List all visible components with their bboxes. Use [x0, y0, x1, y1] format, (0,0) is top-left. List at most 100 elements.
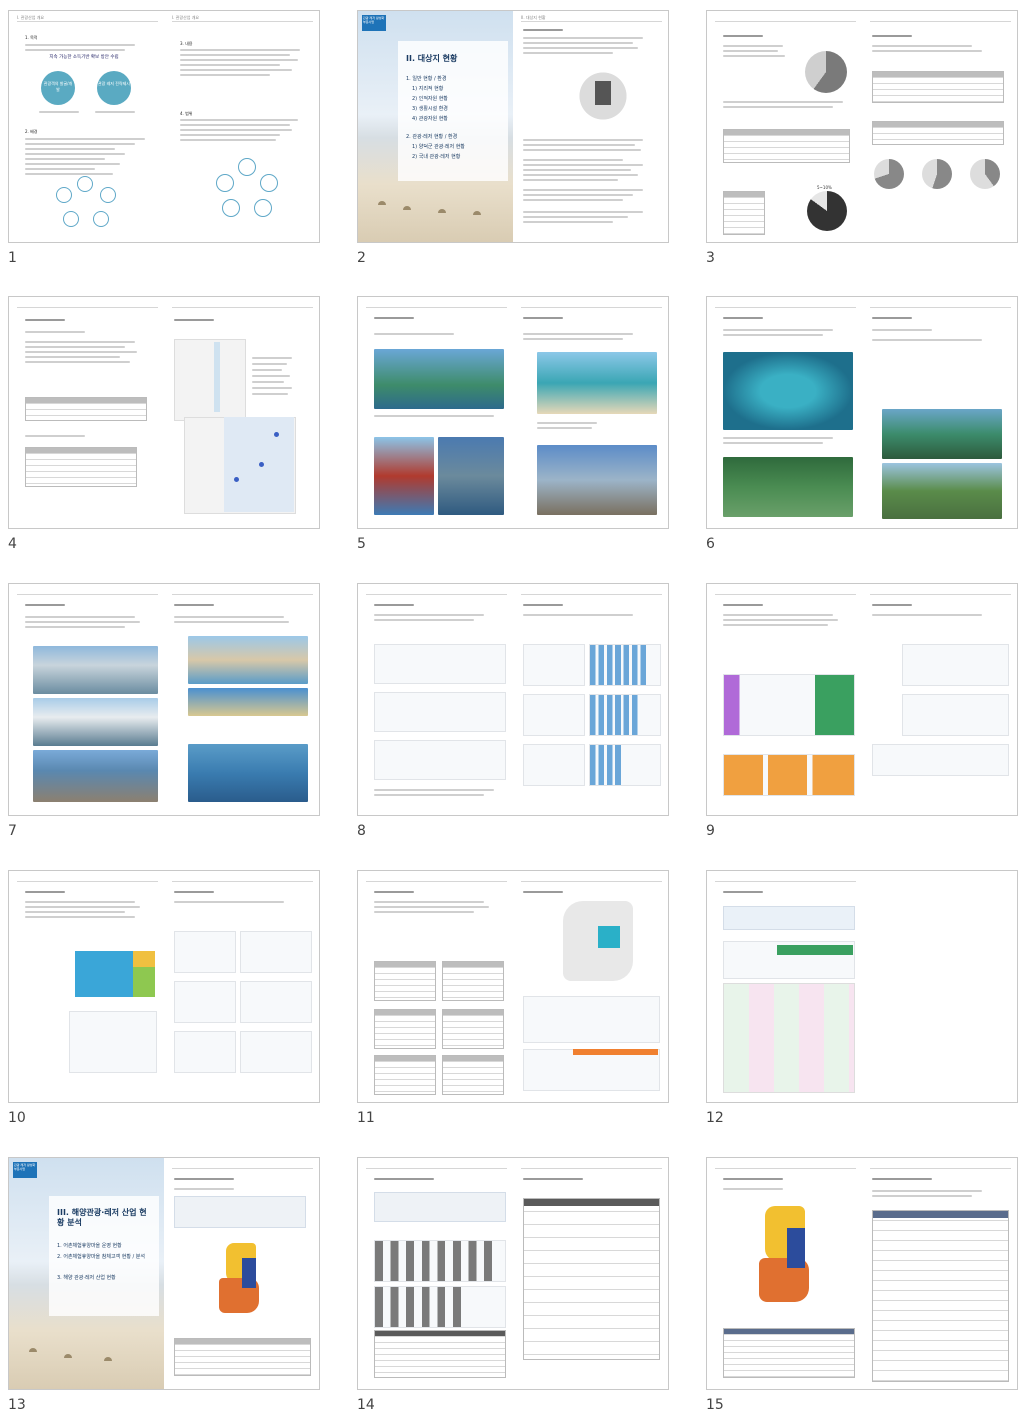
pie-chart — [805, 51, 847, 93]
line-chart — [174, 1031, 236, 1073]
slide-11-preview[interactable] — [357, 870, 669, 1103]
bar-chart — [374, 1240, 506, 1282]
slide-header: II. 대상지 현황 — [521, 15, 662, 22]
bar-chart — [523, 744, 585, 786]
slide-number: 14 — [357, 1397, 375, 1413]
slide-thumbnail-grid: I. 관광산업 개요 1. 목적 지속 가능한 소득기반 확보 방안 수립 관광… — [0, 0, 1026, 1425]
data-table — [723, 191, 765, 235]
pie-chart — [970, 159, 1000, 189]
slide-3-preview[interactable]: 5~10% — [706, 10, 1018, 243]
data-table — [872, 71, 1004, 103]
photo — [188, 636, 308, 684]
slide-number: 15 — [706, 1397, 724, 1413]
data-table — [523, 1198, 660, 1360]
data-table — [374, 1009, 436, 1049]
line-chart — [902, 644, 1009, 686]
data-table — [442, 961, 504, 1001]
slide-1-preview[interactable]: I. 관광산업 개요 1. 목적 지속 가능한 소득기반 확보 방안 수립 관광… — [8, 10, 320, 243]
info-box — [723, 906, 855, 930]
slide-4-preview[interactable] — [8, 296, 320, 529]
map-figure — [174, 339, 246, 421]
line-chart — [240, 931, 312, 973]
slide-10-preview[interactable] — [8, 870, 320, 1103]
data-table — [723, 129, 850, 163]
pie-chart — [807, 191, 847, 231]
slide-number: 7 — [8, 823, 17, 839]
slide-7-preview[interactable] — [8, 583, 320, 816]
pie-chart — [922, 159, 952, 189]
photo — [537, 352, 657, 414]
chart — [374, 692, 506, 732]
chart — [523, 1049, 660, 1091]
slide-number: 9 — [706, 823, 715, 839]
circle-badge — [97, 71, 131, 105]
chart — [872, 744, 1009, 776]
data-table — [374, 961, 436, 1001]
treemap-block — [75, 951, 133, 997]
bar-chart — [589, 644, 661, 686]
section-heading: 1. 목적 — [25, 35, 38, 40]
info-box — [374, 1192, 506, 1222]
slide-number: 8 — [357, 823, 366, 839]
slide-8-preview[interactable] — [357, 583, 669, 816]
slide-5-preview[interactable] — [357, 296, 669, 529]
slide-number: 4 — [8, 536, 17, 552]
data-table — [872, 121, 1004, 145]
scatter-chart — [69, 1011, 157, 1073]
cover-tag: 관광 레저 활성화 부문사업 — [362, 15, 386, 31]
data-table — [442, 1009, 504, 1049]
line-chart — [174, 931, 236, 973]
slide-number: 5 — [357, 536, 366, 552]
data-table — [174, 1338, 311, 1376]
line-chart — [240, 981, 312, 1023]
cover-title: II. 대상지 현황 — [406, 54, 458, 63]
photo — [33, 698, 158, 746]
photo — [723, 352, 853, 430]
slide-13-preview[interactable]: 관광 레저 활성화 부문사업 III. 해양관광·레저 산업 현황 분석 1. … — [8, 1157, 320, 1390]
line-chart — [240, 1031, 312, 1073]
slide-number: 1 — [8, 250, 17, 266]
slide-14-preview[interactable] — [357, 1157, 669, 1390]
chart — [374, 644, 506, 684]
slide-2-preview[interactable]: 관광 레저 활성화 부문사업 II. 대상지 현황 1. 일반 현황 / 환경 … — [357, 10, 669, 243]
line-chart — [174, 981, 236, 1023]
sankey-chart — [723, 674, 855, 736]
data-table — [374, 1330, 506, 1378]
photo — [537, 445, 657, 515]
cover-image: 관광 레저 활성화 부문사업 III. 해양관광·레저 산업 현황 분석 1. … — [9, 1158, 164, 1389]
photo — [882, 463, 1002, 519]
photo — [188, 744, 308, 802]
cover-title: III. 해양관광·레저 산업 현황 분석 — [57, 1208, 147, 1227]
cover-image: 관광 레저 활성화 부문사업 II. 대상지 현황 1. 일반 현황 / 환경 … — [358, 11, 513, 242]
pie-chart — [874, 159, 904, 189]
slide-number: 3 — [706, 250, 715, 266]
slide-6-preview[interactable] — [706, 296, 1018, 529]
slide-number: 13 — [8, 1397, 26, 1413]
photo — [438, 437, 504, 515]
photo — [33, 646, 158, 694]
line-chart — [523, 996, 660, 1043]
slide-number: 2 — [357, 250, 366, 266]
cover-tag: 관광 레저 활성화 부문사업 — [13, 1162, 37, 1178]
slide-number: 6 — [706, 536, 715, 552]
chart-grid — [723, 983, 855, 1093]
info-box — [174, 1196, 306, 1228]
data-table — [872, 1210, 1009, 1382]
slide-12-preview[interactable] — [706, 870, 1018, 1103]
photo — [33, 750, 158, 802]
slide-15-preview[interactable] — [706, 1157, 1018, 1390]
photo — [882, 409, 1002, 459]
slide-number: 11 — [357, 1110, 375, 1126]
data-table — [374, 1055, 436, 1095]
chart — [374, 740, 506, 780]
headline: 지속 가능한 소득기반 확보 방안 수립 — [49, 55, 119, 60]
chart — [723, 754, 855, 796]
photo — [374, 349, 504, 409]
slide-9-preview[interactable] — [706, 583, 1018, 816]
bar-chart — [523, 694, 585, 736]
photo — [188, 688, 308, 716]
slide-header: I. 관광산업 개요 — [172, 15, 313, 22]
data-table — [442, 1055, 504, 1095]
bar-chart — [374, 1286, 506, 1328]
cover-panel: II. 대상지 현황 1. 일반 현황 / 환경 1) 지리적 현황 2) 인적… — [398, 41, 508, 181]
